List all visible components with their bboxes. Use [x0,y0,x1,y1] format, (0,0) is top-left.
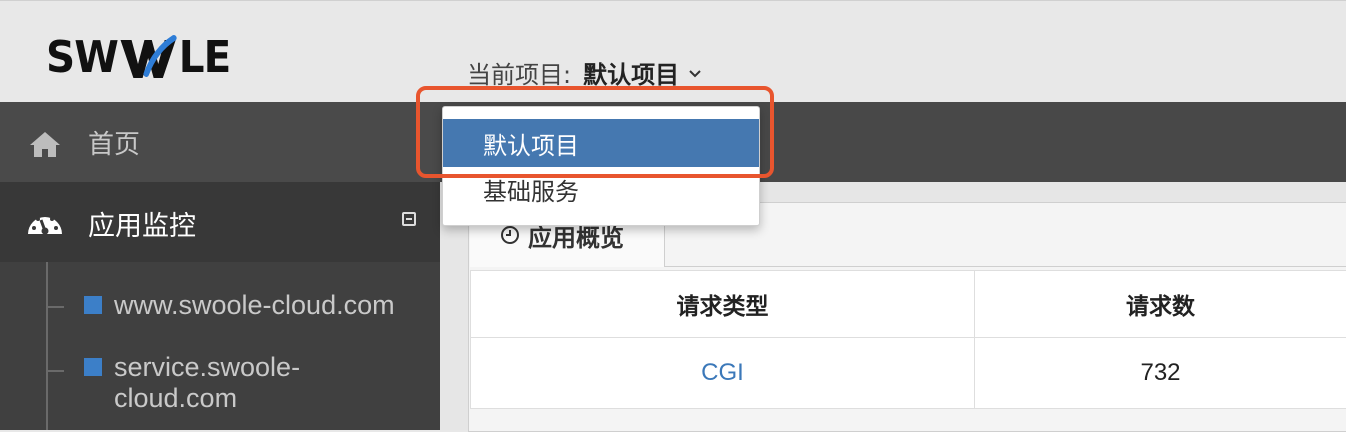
logo-text-left: SW [46,36,118,80]
project-prefix-label: 当前项目: [467,55,571,90]
tab-divider [664,266,1346,267]
sidebar-subitem-label: www.swoole-cloud.com [114,290,414,321]
sidebar-item-app-monitor-label: 应用监控 [88,204,196,243]
tree-line [46,262,48,430]
sidebar-subitem-service[interactable]: service.swoole-cloud.com [84,352,324,414]
clock-icon [500,225,520,245]
highlight-annotation-box [416,86,774,178]
logo-text-right: LE [179,36,231,80]
request-count-cell: 732 [975,338,1346,409]
tree-branch [46,306,64,308]
sidebar-item-home[interactable]: 首页 [0,102,440,182]
column-header-request-count: 请求数 [975,271,1346,338]
table-header-row: 请求类型 请求数 [471,271,1346,338]
request-type-link[interactable]: CGI [471,338,975,409]
tree-branch [46,370,64,372]
sidebar-subitem-label: service.swoole-cloud.com [114,352,324,414]
site-square-icon [84,358,102,376]
logo-swoosh-icon [119,34,178,82]
chevron-down-icon[interactable] [687,65,703,81]
home-icon [28,130,62,158]
sidebar-item-home-label: 首页 [88,124,140,161]
site-square-icon [84,296,102,314]
table-row: CGI 732 [471,338,1346,409]
current-project-name[interactable]: 默认项目 [583,55,679,90]
sidebar-subnav: www.swoole-cloud.com service.swoole-clou… [0,262,440,430]
sidebar: 首页 应用监控 www.swoole-cloud.com [0,102,440,430]
request-stats-table: 请求类型 请求数 CGI 732 [470,270,1346,409]
sidebar-item-app-monitor[interactable]: 应用监控 [0,182,440,262]
project-switcher[interactable]: 当前项目: 默认项目 [467,55,703,90]
swoole-logo[interactable]: SW LE [46,27,246,89]
sidebar-subitem-www[interactable]: www.swoole-cloud.com [84,290,414,321]
minus-square-icon[interactable] [402,212,416,226]
dashboard-gauge-icon [26,208,64,238]
column-header-request-type: 请求类型 [471,271,975,338]
